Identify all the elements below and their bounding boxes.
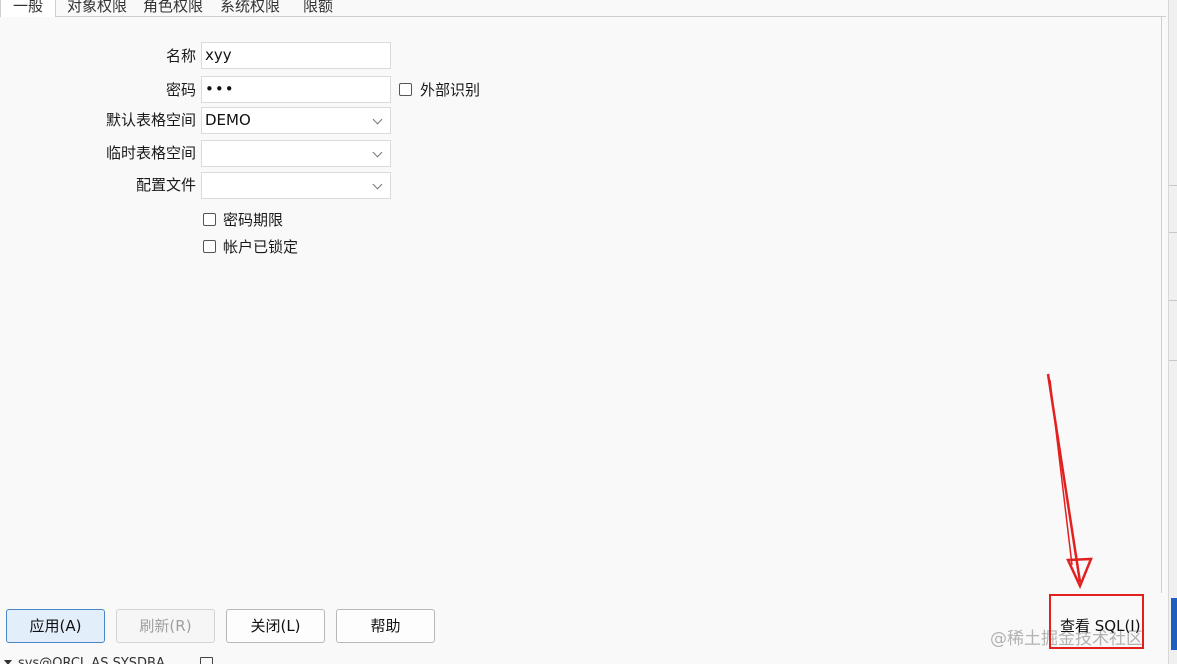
expand-arrow-icon[interactable] [4,660,12,664]
tab-quotas-label: 限额 [303,0,334,15]
name-input[interactable]: xyy [201,42,391,69]
name-value: xyy [205,46,232,64]
profile-select[interactable] [201,172,391,199]
profile-label: 配置文件 [135,176,196,194]
account-locked-checkbox[interactable] [203,240,216,253]
side-divider [1169,232,1177,233]
side-divider [1169,300,1177,301]
tab-object-privileges-label: 对象权限 [67,0,128,15]
refresh-button[interactable]: 刷新(R) [116,609,215,643]
tab-object-privileges[interactable]: 对象权限 [67,0,127,16]
password-expire-checkbox[interactable] [203,213,216,226]
tab-role-privileges[interactable]: 角色权限 [143,0,203,16]
password-value: ••• [205,80,235,98]
general-panel [0,17,1162,593]
status-bar: sys@ORCL AS SYSDBA [0,650,1166,664]
side-divider [1169,185,1177,186]
side-accent [1171,598,1177,650]
tab-system-privileges[interactable]: 系统权限 [220,0,280,16]
view-sql-button[interactable]: 查看 SQL(I) [1050,612,1151,640]
close-button[interactable]: 关闭(L) [226,609,325,643]
user-edit-window: 一般 对象权限 角色权限 系统权限 限额 名称 xyy 密码 ••• 外部识别 … [0,0,1177,664]
side-panel-edge [1168,0,1177,664]
tab-general-label: 一般 [13,0,44,15]
default-tablespace-value: DEMO [205,111,251,129]
temp-tablespace-select[interactable] [201,140,391,167]
name-label: 名称 [165,47,196,65]
tab-general[interactable]: 一般 [0,0,57,17]
tab-bar: 一般 对象权限 角色权限 系统权限 限额 [0,0,1166,17]
tab-system-privileges-label: 系统权限 [220,0,281,15]
external-checkbox[interactable] [399,83,412,96]
tab-role-privileges-label: 角色权限 [143,0,204,15]
connection-status: sys@ORCL AS SYSDBA [18,656,165,664]
default-tablespace-select[interactable]: DEMO [201,107,391,134]
external-label: 外部识别 [420,81,481,99]
password-expire-label: 密码期限 [223,211,284,229]
tab-quotas[interactable]: 限额 [303,0,333,16]
password-input[interactable]: ••• [201,76,391,103]
password-label: 密码 [165,81,196,99]
temp-tablespace-label: 临时表格空间 [105,144,196,162]
side-divider [1169,360,1177,361]
help-button[interactable]: 帮助 [336,609,435,643]
folder-icon [200,657,213,664]
account-locked-label: 帐户已锁定 [223,238,299,256]
apply-button[interactable]: 应用(A) [6,609,105,643]
default-tablespace-label: 默认表格空间 [105,111,196,129]
